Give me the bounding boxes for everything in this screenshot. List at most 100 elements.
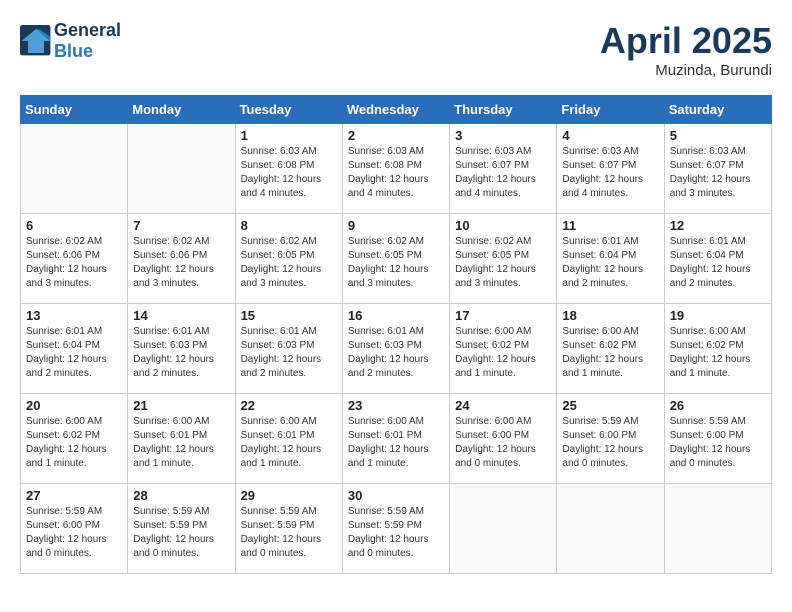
calendar-body: 1 Sunrise: 6:03 AM Sunset: 6:08 PM Daylig… [21, 124, 772, 574]
day-number: 11 [562, 218, 658, 233]
calendar-cell [664, 484, 771, 574]
cell-info: Sunrise: 6:03 AM Sunset: 6:07 PM Dayligh… [562, 145, 658, 201]
calendar-cell: 26 Sunrise: 5:59 AM Sunset: 6:00 PM Dayli… [664, 394, 771, 484]
calendar-cell: 11 Sunrise: 6:01 AM Sunset: 6:04 PM Dayli… [557, 214, 664, 304]
cell-info: Sunrise: 6:02 AM Sunset: 6:05 PM Dayligh… [348, 235, 444, 291]
calendar-cell: 3Sunrise: 6:03 AM Sunset: 6:07 PM Daylig… [450, 124, 557, 214]
day-number: 20 [26, 398, 122, 413]
calendar-week-row: 6 Sunrise: 6:02 AM Sunset: 6:06 PM Daylig… [21, 214, 772, 304]
cell-info: Sunrise: 6:01 AM Sunset: 6:03 PM Dayligh… [241, 325, 337, 381]
calendar-cell: 10Sunrise: 6:02 AM Sunset: 6:05 PM Dayli… [450, 214, 557, 304]
day-number: 15 [241, 308, 337, 323]
cell-info: Sunrise: 6:01 AM Sunset: 6:04 PM Dayligh… [562, 235, 658, 291]
calendar-cell: 16 Sunrise: 6:01 AM Sunset: 6:03 PM Dayli… [342, 304, 449, 394]
calendar-cell: 18Sunrise: 6:00 AM Sunset: 6:02 PM Dayli… [557, 304, 664, 394]
calendar-cell: 4 Sunrise: 6:03 AM Sunset: 6:07 PM Daylig… [557, 124, 664, 214]
cell-info: Sunrise: 6:01 AM Sunset: 6:04 PM Dayligh… [670, 235, 766, 291]
calendar-cell [450, 484, 557, 574]
cell-info: Sunrise: 6:00 AM Sunset: 6:02 PM Dayligh… [26, 415, 122, 471]
calendar-cell: 22Sunrise: 6:00 AM Sunset: 6:01 PM Dayli… [235, 394, 342, 484]
logo-text-blue: Blue [54, 41, 121, 62]
weekday-header: Friday [557, 96, 664, 124]
day-number: 29 [241, 488, 337, 503]
cell-info: Sunrise: 6:03 AM Sunset: 6:07 PM Dayligh… [455, 145, 551, 201]
day-number: 17 [455, 308, 551, 323]
calendar-cell: 30 Sunrise: 5:59 AM Sunset: 5:59 PM Dayli… [342, 484, 449, 574]
calendar-week-row: 20 Sunrise: 6:00 AM Sunset: 6:02 PM Dayli… [21, 394, 772, 484]
day-number: 10 [455, 218, 551, 233]
day-number: 16 [348, 308, 444, 323]
cell-info: Sunrise: 6:00 AM Sunset: 6:02 PM Dayligh… [455, 325, 551, 381]
day-number: 22 [241, 398, 337, 413]
day-number: 1 [241, 128, 337, 143]
day-number: 5 [670, 128, 766, 143]
day-number: 28 [133, 488, 229, 503]
day-number: 21 [133, 398, 229, 413]
weekday-header: Monday [128, 96, 235, 124]
cell-info: Sunrise: 5:59 AM Sunset: 6:00 PM Dayligh… [562, 415, 658, 471]
calendar-cell: 12 Sunrise: 6:01 AM Sunset: 6:04 PM Dayli… [664, 214, 771, 304]
calendar-cell: 9Sunrise: 6:02 AM Sunset: 6:05 PM Daylig… [342, 214, 449, 304]
calendar-cell: 6 Sunrise: 6:02 AM Sunset: 6:06 PM Daylig… [21, 214, 128, 304]
day-number: 30 [348, 488, 444, 503]
cell-info: Sunrise: 5:59 AM Sunset: 5:59 PM Dayligh… [348, 505, 444, 561]
weekday-header: Thursday [450, 96, 557, 124]
cell-info: Sunrise: 5:59 AM Sunset: 6:00 PM Dayligh… [670, 415, 766, 471]
calendar-cell: 21 Sunrise: 6:00 AM Sunset: 6:01 PM Dayli… [128, 394, 235, 484]
calendar-cell: 13Sunrise: 6:01 AM Sunset: 6:04 PM Dayli… [21, 304, 128, 394]
cell-info: Sunrise: 6:03 AM Sunset: 6:08 PM Dayligh… [348, 145, 444, 201]
calendar-cell: 27 Sunrise: 5:59 AM Sunset: 6:00 PM Dayli… [21, 484, 128, 574]
day-number: 2 [348, 128, 444, 143]
calendar-cell: 17 Sunrise: 6:00 AM Sunset: 6:02 PM Dayli… [450, 304, 557, 394]
cell-info: Sunrise: 6:00 AM Sunset: 6:01 PM Dayligh… [348, 415, 444, 471]
day-number: 25 [562, 398, 658, 413]
month-title: April 2025 [600, 20, 772, 62]
weekday-header: Sunday [21, 96, 128, 124]
calendar-cell: 1 Sunrise: 6:03 AM Sunset: 6:08 PM Daylig… [235, 124, 342, 214]
calendar-cell: 8Sunrise: 6:02 AM Sunset: 6:05 PM Daylig… [235, 214, 342, 304]
day-number: 26 [670, 398, 766, 413]
cell-info: Sunrise: 5:59 AM Sunset: 5:59 PM Dayligh… [241, 505, 337, 561]
weekday-header: Wednesday [342, 96, 449, 124]
cell-info: Sunrise: 5:59 AM Sunset: 6:00 PM Dayligh… [26, 505, 122, 561]
cell-info: Sunrise: 6:01 AM Sunset: 6:04 PM Dayligh… [26, 325, 122, 381]
weekday-header: Saturday [664, 96, 771, 124]
calendar-week-row: 27 Sunrise: 5:59 AM Sunset: 6:00 PM Dayli… [21, 484, 772, 574]
calendar-cell [21, 124, 128, 214]
calendar-week-row: 13Sunrise: 6:01 AM Sunset: 6:04 PM Dayli… [21, 304, 772, 394]
calendar-cell: 28Sunrise: 5:59 AM Sunset: 5:59 PM Dayli… [128, 484, 235, 574]
day-number: 27 [26, 488, 122, 503]
cell-info: Sunrise: 6:00 AM Sunset: 6:01 PM Dayligh… [133, 415, 229, 471]
day-number: 19 [670, 308, 766, 323]
cell-info: Sunrise: 6:03 AM Sunset: 6:08 PM Dayligh… [241, 145, 337, 201]
calendar-cell [557, 484, 664, 574]
cell-info: Sunrise: 6:00 AM Sunset: 6:02 PM Dayligh… [562, 325, 658, 381]
day-number: 4 [562, 128, 658, 143]
location-subtitle: Muzinda, Burundi [600, 62, 772, 79]
calendar-header-row: SundayMondayTuesdayWednesdayThursdayFrid… [21, 96, 772, 124]
calendar-table: SundayMondayTuesdayWednesdayThursdayFrid… [20, 95, 772, 574]
cell-info: Sunrise: 6:01 AM Sunset: 6:03 PM Dayligh… [133, 325, 229, 381]
title-block: April 2025 Muzinda, Burundi [600, 20, 772, 79]
page-header: General Blue April 2025 Muzinda, Burundi [20, 20, 772, 79]
day-number: 23 [348, 398, 444, 413]
day-number: 12 [670, 218, 766, 233]
calendar-cell: 19Sunrise: 6:00 AM Sunset: 6:02 PM Dayli… [664, 304, 771, 394]
logo-icon [20, 25, 52, 57]
calendar-cell: 15 Sunrise: 6:01 AM Sunset: 6:03 PM Dayli… [235, 304, 342, 394]
cell-info: Sunrise: 6:01 AM Sunset: 6:03 PM Dayligh… [348, 325, 444, 381]
weekday-header: Tuesday [235, 96, 342, 124]
calendar-cell: 2 Sunrise: 6:03 AM Sunset: 6:08 PM Daylig… [342, 124, 449, 214]
logo: General Blue [20, 20, 121, 61]
calendar-cell: 29 Sunrise: 5:59 AM Sunset: 5:59 PM Dayli… [235, 484, 342, 574]
calendar-cell [128, 124, 235, 214]
logo-text-general: General [54, 20, 121, 41]
day-number: 6 [26, 218, 122, 233]
cell-info: Sunrise: 6:00 AM Sunset: 6:00 PM Dayligh… [455, 415, 551, 471]
calendar-cell: 7Sunrise: 6:02 AM Sunset: 6:06 PM Daylig… [128, 214, 235, 304]
day-number: 7 [133, 218, 229, 233]
day-number: 14 [133, 308, 229, 323]
day-number: 24 [455, 398, 551, 413]
cell-info: Sunrise: 6:02 AM Sunset: 6:06 PM Dayligh… [26, 235, 122, 291]
calendar-cell: 20 Sunrise: 6:00 AM Sunset: 6:02 PM Dayli… [21, 394, 128, 484]
